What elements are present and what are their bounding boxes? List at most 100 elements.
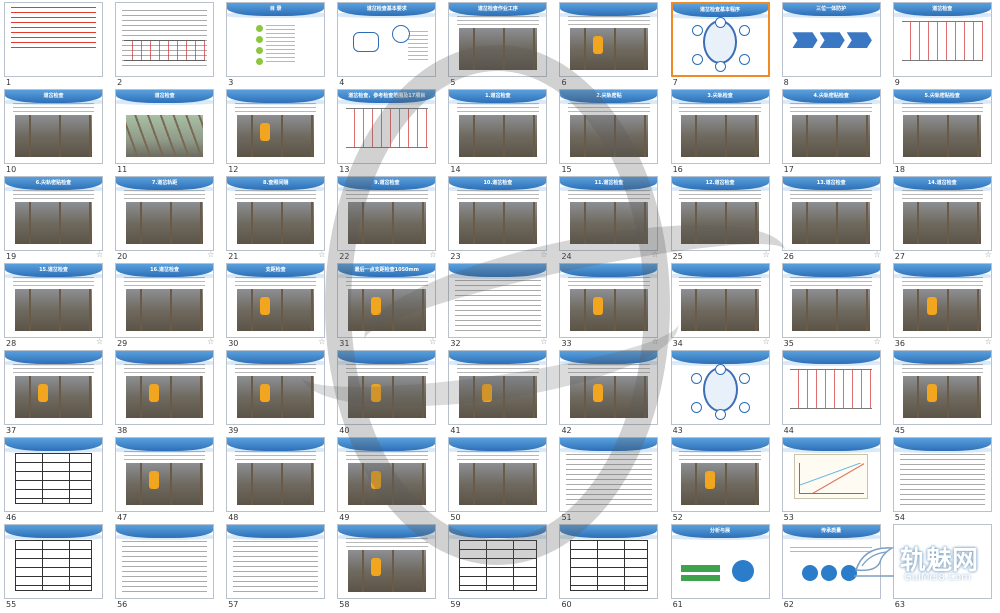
slide-header-bar (449, 351, 547, 364)
slide-thumbnail[interactable]: 15.道岔检查 (4, 263, 103, 338)
slide-thumbnail[interactable]: 三位一体防护 (781, 2, 881, 77)
slide-thumbnail[interactable] (892, 437, 992, 512)
slide-thumbnail[interactable] (4, 437, 103, 512)
slide-title: 目 录 (269, 6, 282, 12)
slide-thumbnail[interactable]: 道岔检查基本程序 (670, 2, 770, 77)
slide-thumbnail[interactable]: 2.尖轨密贴 (559, 89, 659, 164)
slide-thumbnail[interactable]: 13.道岔检查 (781, 176, 881, 251)
slide-cell: 54 (889, 435, 1000, 522)
slide-diagram (790, 369, 872, 410)
animation-star-icon: ☆ (762, 337, 770, 346)
slide-thumbnail[interactable]: 5.尖轨密贴检查 (892, 89, 992, 164)
animation-star-icon: ☆ (96, 250, 104, 259)
slide-thumbnail[interactable]: 目 录 (226, 2, 326, 77)
slide-thumbnail[interactable]: 道岔检查基本要求 (337, 2, 437, 77)
slide-thumbnail[interactable]: 6.尖轨密贴检查 (4, 176, 103, 251)
slide-thumbnail[interactable] (448, 524, 548, 599)
slide-thumbnail[interactable] (781, 437, 881, 512)
slide-thumbnail[interactable] (781, 263, 881, 338)
animation-star-icon: ☆ (540, 337, 548, 346)
slide-number: 15 (561, 165, 572, 174)
slide-thumbnail[interactable]: 14.道岔检查 (892, 176, 992, 251)
slide-thumbnail[interactable]: 7.道岔轨距 (115, 176, 215, 251)
slide-cell: 38 (111, 348, 222, 435)
slide-thumbnail[interactable]: 3.尖轨检查 (670, 89, 770, 164)
slide-thumbnail[interactable] (226, 89, 326, 164)
slide-photo (236, 288, 315, 332)
slide-number: 13 (339, 165, 350, 174)
slide-thumbnail[interactable] (892, 350, 992, 425)
slide-thumbnail[interactable] (448, 437, 548, 512)
slide-thumbnail[interactable] (559, 524, 659, 599)
slide-thumbnail[interactable] (448, 263, 548, 338)
slide-thumbnail[interactable]: 12.道岔检查 (670, 176, 770, 251)
slide-thumbnail[interactable]: 道岔检查，参考检查范围及17项目 (337, 89, 437, 164)
slide-cell: 39 (222, 348, 333, 435)
slide-cell: 15.道岔检查 28 ☆ (0, 261, 111, 348)
slide-header-bar (227, 351, 325, 364)
slide-text (568, 16, 650, 27)
slide-number: 2 (117, 78, 123, 87)
slide-thumbnail[interactable] (559, 263, 659, 338)
slide-thumbnail[interactable]: 道岔检查作业工序 (448, 2, 548, 77)
slide-thumbnail[interactable] (115, 437, 215, 512)
slide-thumbnail[interactable] (448, 350, 548, 425)
slide-cell: 41 (444, 348, 555, 435)
slide-thumbnail[interactable] (559, 350, 659, 425)
slide-thumbnail[interactable] (892, 263, 992, 338)
slide-thumbnail[interactable]: 1.道岔检查 (448, 89, 548, 164)
slide-title: 道岔检查基本程序 (700, 7, 741, 13)
slide-text (901, 190, 983, 201)
animation-star-icon: ☆ (873, 250, 881, 259)
slide-text (790, 190, 872, 201)
slide-thumbnail[interactable] (115, 524, 215, 599)
slide-thumbnail[interactable]: 道岔检查 (115, 89, 215, 164)
slide-title: 分析与展 (710, 528, 731, 534)
slide-thumbnail[interactable] (670, 263, 770, 338)
slide-cell: 11.道岔检查 24 ☆ (555, 174, 666, 261)
slide-title: 13.道岔检查 (816, 180, 846, 186)
slide-thumbnail[interactable] (337, 524, 437, 599)
slide-thumbnail[interactable]: 道岔检查 (892, 2, 992, 77)
slide-thumbnail[interactable]: 最后一点支距检查1050mm (337, 263, 437, 338)
slide-thumbnail[interactable] (4, 350, 103, 425)
slide-thumbnail[interactable]: 分析与展 (670, 524, 770, 599)
slide-header-bar (893, 438, 991, 451)
slide-thumbnail[interactable]: 8.查照间隔 (226, 176, 326, 251)
process-node-icon (739, 402, 751, 414)
slide-thumbnail[interactable] (115, 2, 215, 77)
slide-photo (459, 462, 537, 506)
slide-text (234, 364, 317, 375)
slide-number: 10 (6, 165, 17, 174)
slide-thumbnail[interactable] (337, 350, 437, 425)
slide-thumbnail[interactable] (559, 437, 659, 512)
slide-text (901, 364, 983, 375)
slide-thumbnail[interactable] (226, 350, 326, 425)
slide-thumbnail[interactable] (226, 524, 326, 599)
slide-thumbnail[interactable]: 16.道岔检查 (115, 263, 215, 338)
process-node-icon (739, 53, 751, 65)
slide-thumbnail[interactable] (781, 350, 881, 425)
slide-photo (236, 375, 315, 419)
slide-thumbnail[interactable]: 11.道岔检查 (559, 176, 659, 251)
slide-thumbnail[interactable] (4, 524, 103, 599)
slide-thumbnail[interactable] (670, 350, 770, 425)
slide-thumbnail[interactable] (115, 350, 215, 425)
slide-cell: 48 (222, 435, 333, 522)
slide-thumbnail[interactable] (670, 437, 770, 512)
slide-thumbnail[interactable] (337, 437, 437, 512)
slide-thumbnail[interactable] (559, 2, 659, 77)
slide-thumbnail[interactable]: 道岔检查 (4, 89, 103, 164)
slide-thumbnail[interactable]: 支距检查 (226, 263, 326, 338)
slide-thumbnail[interactable]: 10.道岔检查 (448, 176, 548, 251)
slide-thumbnail[interactable] (226, 437, 326, 512)
slide-thumbnail[interactable]: 9.道岔检查 (337, 176, 437, 251)
slide-thumbnail[interactable] (4, 2, 103, 77)
slide-thumbnail[interactable]: 4.尖轨密贴检查 (781, 89, 881, 164)
slide-text-block (566, 454, 652, 506)
bubble-lines (408, 30, 428, 60)
slide-cell: 59 (444, 522, 555, 613)
slide-cell: 道岔检查 9 (889, 0, 1000, 87)
slide-number: 45 (894, 426, 905, 435)
slide-text (234, 277, 317, 288)
